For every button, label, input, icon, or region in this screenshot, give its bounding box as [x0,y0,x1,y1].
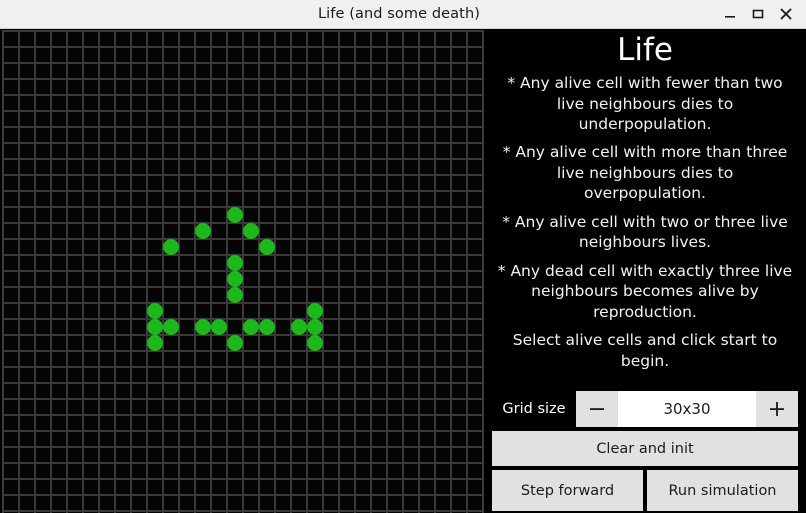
alive-cell[interactable] [147,319,163,335]
alive-cell[interactable] [227,207,243,223]
page-title: Life [617,32,673,68]
alive-cell[interactable] [307,303,323,319]
clear-and-init-button[interactable]: Clear and init [492,431,798,466]
run-simulation-button[interactable]: Run simulation [647,470,798,511]
alive-cell[interactable] [243,319,259,335]
rule-text: * Any alive cell with more than three li… [502,143,788,203]
alive-cell[interactable] [291,319,307,335]
rule-text: * Any alive cell with two or three live … [502,212,788,252]
alive-cell[interactable] [195,223,211,239]
info-panel: Life * Any alive cell with fewer than tw… [484,29,806,513]
minimize-icon[interactable] [722,6,738,22]
alive-cell[interactable] [211,319,227,335]
step-forward-button[interactable]: Step forward [492,470,643,511]
controls-panel: Grid size 30x30 Clear and init Step forw… [490,391,800,513]
alive-cell[interactable] [259,319,275,335]
alive-cell[interactable] [227,255,243,271]
plus-icon [770,402,784,416]
alive-cell[interactable] [259,239,275,255]
maximize-icon[interactable] [750,6,766,22]
life-grid-pane [0,29,484,513]
alive-cell[interactable] [147,335,163,351]
grid-size-row: Grid size 30x30 [492,391,798,427]
alive-cell[interactable] [243,223,259,239]
grid-size-input[interactable]: 30x30 [618,391,756,427]
alive-cell[interactable] [163,239,179,255]
grid-size-label: Grid size [502,401,566,417]
life-grid[interactable] [2,30,484,513]
instruction-text: Select alive cells and click start to be… [512,331,778,370]
close-icon[interactable] [778,6,794,22]
decrement-button[interactable] [576,391,618,427]
grid-size-stepper: 30x30 [576,391,798,427]
increment-button[interactable] [756,391,798,427]
titlebar: Life (and some death) [0,0,806,29]
main-content: Life * Any alive cell with fewer than tw… [0,29,806,513]
app-window: Life (and some death) Life * Any alive c… [0,0,806,513]
alive-cell[interactable] [307,319,323,335]
rule-text: * Any alive cell with fewer than two liv… [507,74,783,133]
alive-cell[interactable] [163,319,179,335]
minus-icon [590,408,604,410]
window-title: Life (and some death) [317,6,480,22]
alive-cell[interactable] [195,319,211,335]
info-panel-inner: Life * Any alive cell with fewer than tw… [484,29,806,513]
alive-cell[interactable] [147,303,163,319]
rule-text: * Any dead cell with exactly three live … [497,261,793,321]
alive-cell[interactable] [227,335,243,351]
window-controls [722,6,806,22]
alive-cell[interactable] [227,287,243,303]
alive-cell[interactable] [227,271,243,287]
alive-cell[interactable] [307,335,323,351]
simulation-button-row: Step forward Run simulation [492,470,798,511]
